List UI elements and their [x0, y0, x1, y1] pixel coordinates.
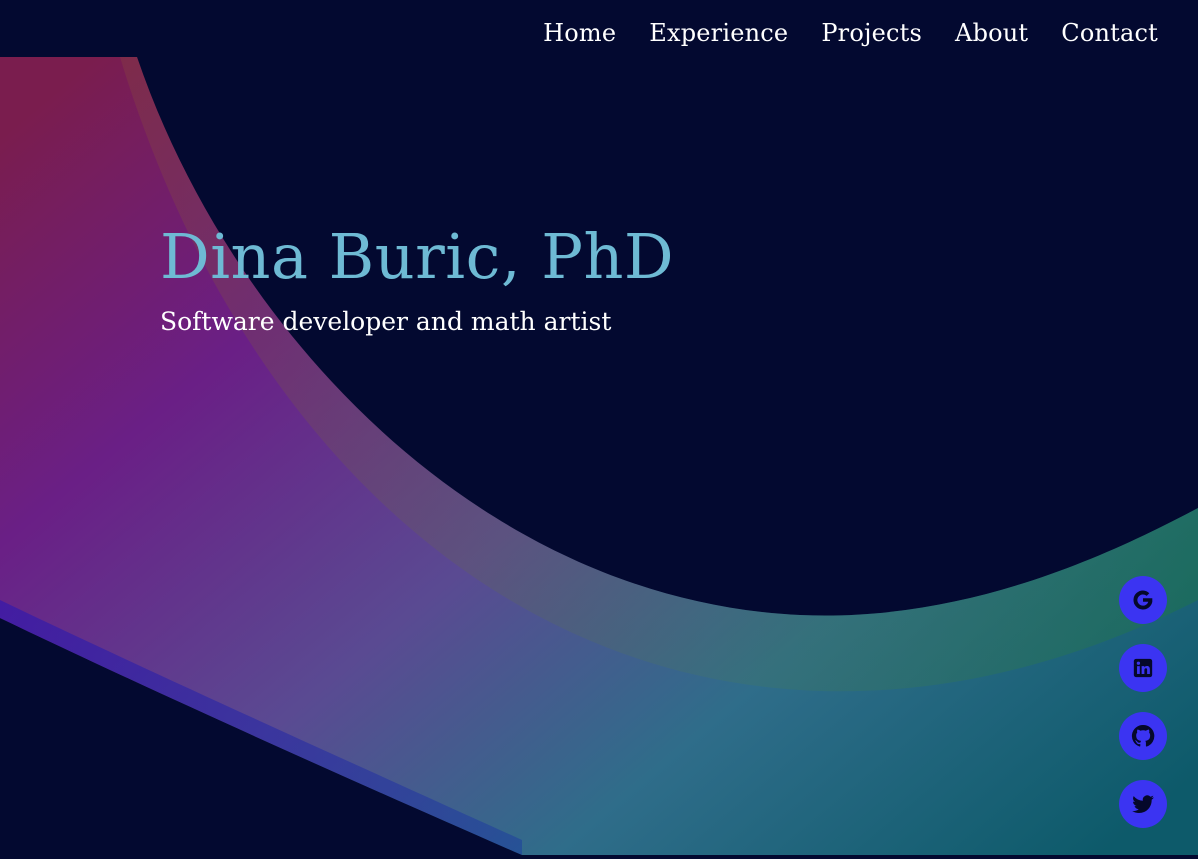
nav-about-link[interactable]: About — [955, 19, 1028, 47]
hero-section: Dina Buric, PhD Software developer and m… — [160, 218, 674, 338]
github-icon — [1131, 724, 1155, 747]
top-navigation: Home Experience Projects About Contact — [543, 0, 1198, 66]
google-icon — [1133, 590, 1153, 610]
nav-contact-link[interactable]: Contact — [1061, 19, 1158, 47]
twitter-icon — [1132, 795, 1154, 813]
github-link-button[interactable] — [1119, 712, 1167, 760]
hero-title: Dina Buric, PhD — [160, 220, 675, 293]
nav-experience-link[interactable]: Experience — [649, 19, 788, 47]
social-links — [1119, 576, 1167, 828]
linkedin-icon — [1133, 658, 1153, 678]
hero-subtitle: Software developer and math artist — [160, 307, 612, 336]
nav-home-link[interactable]: Home — [543, 19, 616, 47]
hero-gradient-art — [0, 57, 1198, 859]
linkedin-link-button[interactable] — [1119, 644, 1167, 692]
nav-projects-link[interactable]: Projects — [821, 19, 922, 47]
page: Home Experience Projects About Contact D… — [0, 0, 1198, 859]
twitter-link-button[interactable] — [1119, 780, 1167, 828]
google-link-button[interactable] — [1119, 576, 1167, 624]
